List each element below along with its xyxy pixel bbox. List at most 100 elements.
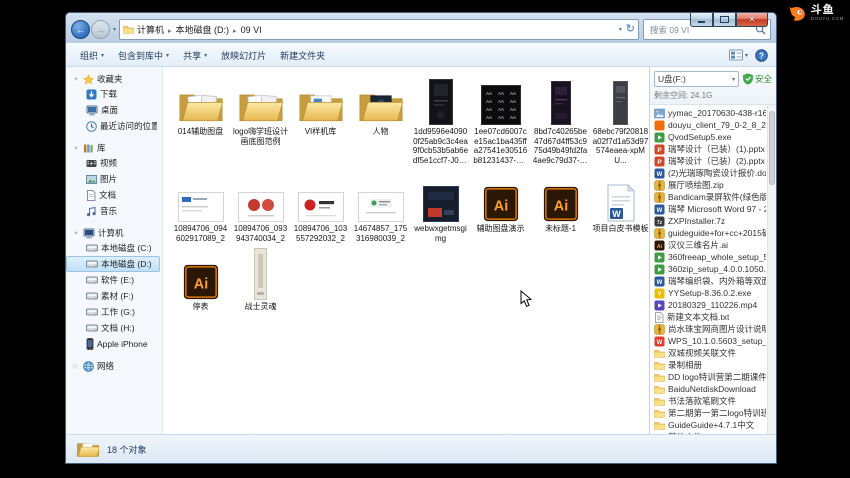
sidebar-item-downloads[interactable]: 下载 [66,86,160,102]
usb-file-row[interactable]: WWPS_10.1.0.5603_setup_1468... [650,335,776,347]
toolbar-slideshow[interactable]: 放映幻灯片 [215,46,272,65]
sidebar-item-recent-places[interactable]: 最近访问的位置 [66,118,160,134]
maximize-button[interactable] [713,13,736,27]
sidebar-item-disk-h[interactable]: 文档 (H:) [66,320,160,336]
usb-file-row[interactable]: 20180329_110226.mp4 [650,299,776,311]
sidebar-item-pictures[interactable]: 图片 [66,171,160,187]
file-item[interactable]: 战士灵魂 [231,250,290,312]
sidebar-item-desktop[interactable]: 桌面 [66,102,160,118]
file-item[interactable]: Ai未标题-1 [531,172,590,243]
breadcrumb-segment[interactable]: 09 VI [238,25,265,35]
sidebar-group-favorites[interactable]: ▾收藏夹 [66,72,162,86]
sidebar-item-disk-e[interactable]: 软件 (E:) [66,272,160,288]
forward-button[interactable]: → [91,20,110,39]
panel-scrollbar[interactable] [767,105,776,434]
usb-file-row[interactable]: 7zZXPInstaller.7z [650,215,776,227]
collapse-arrow-icon[interactable]: ▾ [72,75,80,83]
close-button[interactable]: ✕ [736,13,768,27]
address-bar[interactable]: 计算机▸本地磁盘 (D:)▸09 VI ▾ ↻ [119,19,639,40]
sidebar-item-documents[interactable]: 文档 [66,187,160,203]
sidebar-item-disk-d[interactable]: 本地磁盘 (D:) [66,256,160,272]
usb-file-row[interactable]: W瑞琴编织袋、内外箱等双面双... [650,275,776,287]
usb-file-row[interactable]: 录制相册 [650,359,776,371]
file-item[interactable]: 8bd7c40265be47d67d4ff53c975d49b49fd2fa4a… [531,75,590,165]
shield-icon [743,73,753,85]
help-button[interactable]: ? [755,49,768,62]
sidebar-group-computer[interactable]: ▾计算机 [66,226,162,240]
file-item[interactable]: Ai辅助图盘演示 [471,172,530,243]
svg-text:AA: AA [485,115,491,120]
toolbar-include-in-library[interactable]: 包含到库中▾ [112,46,175,65]
sidebar-item-disk-g[interactable]: 工作 (G:) [66,304,160,320]
file-item[interactable]: Ai停表 [171,250,230,312]
usb-file-row[interactable]: 360freeap_whole_setup_5.3.0... [650,251,776,263]
sidebar-item-videos[interactable]: 视频 [66,155,160,171]
panel-scrollbar-thumb[interactable] [769,111,775,185]
usb-file-row[interactable]: 其他文件 [650,431,776,434]
collapse-arrow-icon[interactable]: ▾ [72,229,80,237]
file-item[interactable]: VI样机库 [291,75,350,165]
toolbar-organize[interactable]: 组织▾ [74,46,110,65]
expand-arrow-icon[interactable]: ▷ [72,362,80,370]
sidebar-item-disk-f[interactable]: 素材 (F:) [66,288,160,304]
file-area[interactable]: 014辅助图盘 logo嗨学班设计画底图范例 VI样机库 人物1dd9596e4… [163,67,649,434]
usb-file-row[interactable]: DD logo特训营第二期课件文件 [650,371,776,383]
usb-file-row[interactable]: Ai汉仪三维名片.ai [650,239,776,251]
sidebar-group-network[interactable]: ▷网络 [66,359,162,373]
usb-file-row[interactable]: 尚水珠宝网商图片设计说明.zip [650,323,776,335]
folder-file-icon [654,360,665,371]
drive-selector[interactable]: U盘(F:) ▾ [654,71,739,87]
minimize-button[interactable] [690,13,713,27]
breadcrumb-segment[interactable]: 本地磁盘 (D:) [173,25,233,35]
usb-file-name: douyu_client_79_0-2_8_2.exe [668,120,766,130]
usb-file-row[interactable]: 新建文本文档.txt [650,311,776,323]
file-item[interactable]: 人物 [351,75,410,165]
file-item[interactable]: AAAAAAAAAAAAAAAAAAAAAAAA1ee07cd6007ce15a… [471,75,530,165]
card-red2-icon [238,172,284,222]
details-pane: 18 个对象 [66,434,776,463]
usb-file-row[interactable]: 360zip_setup_4.0.0.1050.exe [650,263,776,275]
change-view-button[interactable]: ▾ [729,49,748,61]
usb-file-row[interactable]: 第二期第一第二logo特训班素材... [650,407,776,419]
toolbar-share[interactable]: 共享▾ [177,46,213,65]
usb-file-row[interactable]: P瑞琴设计（已装）(1).pptx [650,143,776,155]
usb-file-row[interactable]: YYYSetup-8.36.0.2.exe [650,287,776,299]
breadcrumb-arrow-icon[interactable]: ▸ [232,28,238,35]
file-item[interactable]: 68ebc79f20818a02f7d1a53d97574eaea-xpMU..… [591,75,649,165]
sidebar-item-disk-c[interactable]: 本地磁盘 (C:) [66,240,160,256]
sidebar-item-label: 图片 [100,173,117,185]
toolbar-new-folder[interactable]: 新建文件夹 [274,46,331,65]
usb-file-row[interactable]: 展厅喷绘图.zip [650,179,776,191]
usb-file-row[interactable]: GuideGuide+4.7.1中文 [650,419,776,431]
usb-file-row[interactable]: P瑞琴设计（已装）(2).pptx [650,155,776,167]
file-item[interactable]: 014辅助图盘 [171,75,230,165]
file-item[interactable]: W项目白皮书模板 [591,172,649,243]
file-item[interactable]: 14674857_175316980039_2 [351,172,410,243]
file-item[interactable]: 10894706_094602917089_2 [171,172,230,243]
usb-file-row[interactable]: douyu_client_79_0-2_8_2.exe [650,119,776,131]
file-item[interactable]: logo嗨学班设计画底图范例 [231,75,290,165]
usb-file-row[interactable]: W瑞琴 Microsoft Word 97 - 20... [650,203,776,215]
file-item[interactable]: 1dd9596e40900f25ab9c3c4ea9f0cb53b5ab6edf… [411,75,470,165]
file-item[interactable]: 10894706_093943740034_2 [231,172,290,243]
breadcrumb-arrow-icon[interactable]: ▸ [167,28,173,35]
refresh-button[interactable]: ↻ [626,24,635,35]
back-button[interactable]: ← [71,20,90,39]
file-item[interactable]: webwxgetmsgimg [411,172,470,243]
sidebar-item-apple-iphone[interactable]: Apple iPhone [66,336,160,352]
usb-file-row[interactable]: W(2)光瑞琢陶瓷设计报价.docx [650,167,776,179]
file-item[interactable]: 10894706_103557292032_2 [291,172,350,243]
usb-file-row[interactable]: BaiduNetdiskDownload [650,383,776,395]
usb-file-row[interactable]: 书法落款笔刷文件 [650,395,776,407]
usb-file-row[interactable]: Bandicam录屏软件(绿色版).zip [650,191,776,203]
sidebar-item-music[interactable]: 音乐 [66,203,160,219]
sidebar-group-libraries[interactable]: ▾库 [66,141,162,155]
usb-file-row[interactable]: QvodSetup5.exe [650,131,776,143]
recent-pages-dropdown-icon[interactable]: ▾ [110,26,119,33]
collapse-arrow-icon[interactable]: ▾ [72,144,80,152]
usb-file-row[interactable]: guideguide+for+cc+2015破解... [650,227,776,239]
usb-file-row[interactable]: yymac_20170630-438-r1670... [650,107,776,119]
address-history-dropdown-icon[interactable]: ▾ [619,26,622,33]
breadcrumb-segment[interactable]: 计算机 [134,25,167,35]
usb-file-row[interactable]: 双城视频关联文件 [650,347,776,359]
